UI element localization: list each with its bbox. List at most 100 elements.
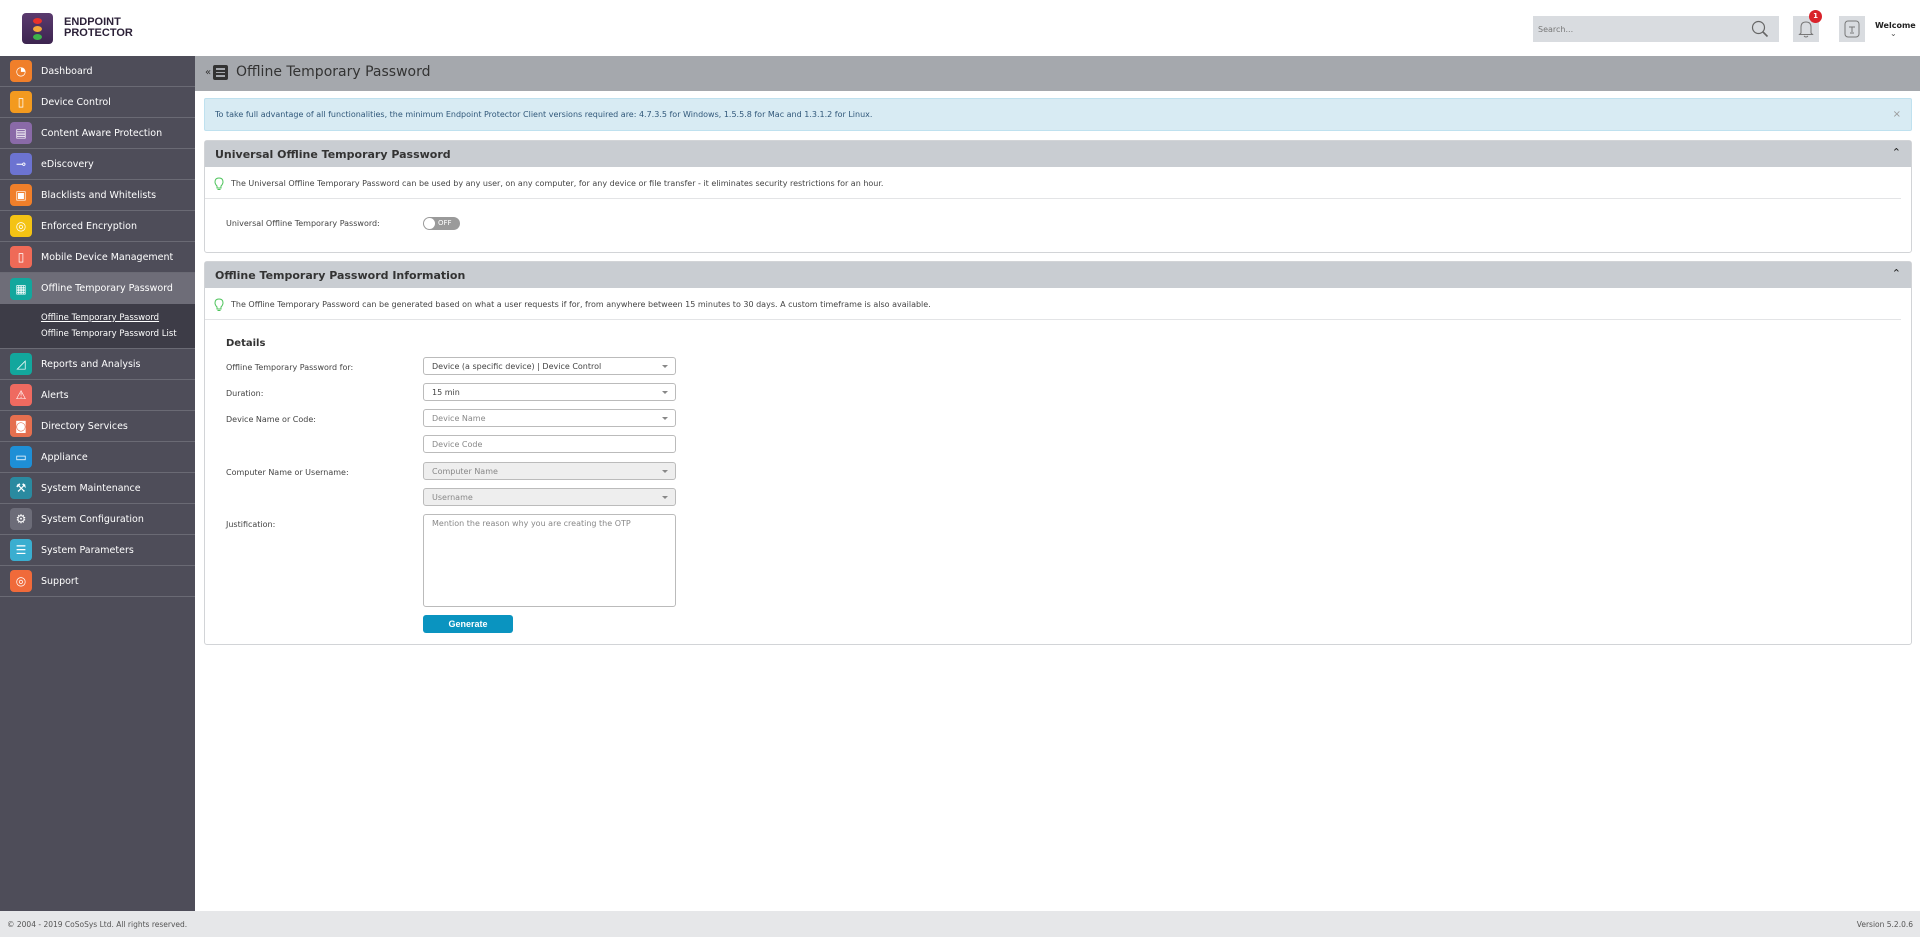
toggle-knob [424,218,435,229]
caret-down-icon [662,365,668,368]
username-select[interactable]: Username [423,488,676,506]
duration-select[interactable]: 15 min [423,383,676,401]
search-input[interactable] [1533,16,1733,42]
details-heading: Details [226,338,266,349]
duration-label: Duration: [226,389,264,398]
duration-value: 15 min [432,388,460,397]
sidebar-item-system-parameters[interactable]: ☰ System Parameters [0,535,195,566]
justification-label: Justification: [226,520,276,529]
otp-information-panel: Offline Temporary Password Information ⌃… [204,261,1912,645]
sidebar-item-label: Content Aware Protection [41,127,163,139]
otp-for-select[interactable]: Device (a specific device) | Device Cont… [423,357,676,375]
sidebar-item-content-aware-protection[interactable]: ▤ Content Aware Protection [0,118,195,149]
device-code-placeholder: Device Code [432,440,483,449]
computer-name-select[interactable]: Computer Name [423,462,676,480]
device-name-placeholder: Device Name [432,414,486,423]
sidebar-item-label: System Parameters [41,544,134,556]
universal-otp-toggle-label: Universal Offline Temporary Password: [226,219,380,228]
panel-title: Offline Temporary Password Information [215,269,466,282]
sidebar-item-label: eDiscovery [41,158,94,170]
sidebar-item-system-configuration[interactable]: ⚙ System Configuration [0,504,195,535]
sidebar-item-dashboard[interactable]: ◔ Dashboard [0,56,195,87]
sidebar-item-enforced-encryption[interactable]: ◎ Enforced Encryption [0,211,195,242]
hint-text-content: The Universal Offline Temporary Password… [231,179,884,188]
sidebar-item-label: Dashboard [41,65,93,77]
username-placeholder: Username [432,493,473,502]
sidebar-item-label: Offline Temporary Password [41,283,173,294]
traffic-light-logo-icon[interactable] [22,13,53,44]
lightbulb-icon [214,298,224,311]
brand-line-2: PROTECTOR [64,27,133,39]
footer: © 2004 - 2019 CoSoSys Ltd. All rights re… [0,911,1920,937]
panel-title: Universal Offline Temporary Password [215,148,451,161]
device-name-select[interactable]: Device Name [423,409,676,427]
sidebar-item-label: Device Control [41,96,111,108]
sidebar-item-label: Reports and Analysis [41,358,141,370]
otp-for-value: Device (a specific device) | Device Cont… [432,362,602,371]
shield-keypad-icon: ▦ [10,277,32,300]
list-document-icon [213,65,228,80]
sidebar-item-label: Directory Services [41,420,128,432]
chevron-up-icon[interactable]: ⌃ [1892,146,1901,159]
sidebar-item-label: Mobile Device Management [41,251,174,263]
sidebar-item-blacklists-and-whitelists[interactable]: ▣ Blacklists and Whitelists [0,180,195,211]
universal-otp-toggle[interactable]: OFF [423,217,460,230]
warning-icon: ⚠ [10,384,32,406]
sidebar-item-support[interactable]: ◎ Support [0,566,195,597]
sidebar-item-label: Alerts [41,389,69,401]
sidebar-item-reports-and-analysis[interactable]: ◿ Reports and Analysis [0,349,195,380]
copyright-text: © 2004 - 2019 CoSoSys Ltd. All rights re… [7,920,188,929]
briefcase-icon: ◙ [10,415,32,437]
computer-name-or-username-label: Computer Name or Username: [226,468,349,477]
submenu-item-offline-temporary-password-list[interactable]: Offline Temporary Password List [41,326,195,342]
version-info-alert: To take full advantage of all functional… [204,98,1912,131]
otp-information-panel-header[interactable]: Offline Temporary Password Information ⌃ [205,262,1911,288]
justification-textarea[interactable] [423,514,676,607]
sidebar-item-alerts[interactable]: ⚠ Alerts [0,380,195,411]
search-icon[interactable] [1751,20,1769,38]
encryption-icon: ◎ [10,215,32,237]
sidebar-item-directory-services[interactable]: ◙ Directory Services [0,411,195,442]
page-title: Offline Temporary Password [236,64,431,80]
usb-icon: ▯ [10,91,32,113]
telescope-icon: ⊸ [10,153,32,175]
chart-icon: ◿ [10,353,32,375]
sidebar-item-appliance[interactable]: ▭ Appliance [0,442,195,473]
notification-count-badge: 1 [1809,10,1822,23]
sidebar-item-ediscovery[interactable]: ⊸ eDiscovery [0,149,195,180]
search-box [1533,16,1779,42]
sidebar-item-label: Support [41,575,79,587]
submenu-item-offline-temporary-password[interactable]: Offline Temporary Password [41,310,195,326]
chevron-up-icon[interactable]: ⌃ [1892,267,1901,280]
caret-down-icon [662,470,668,473]
sidebar: ◔ Dashboard ▯ Device Control ▤ Content Aware … [0,56,195,911]
hint-text-content: The Offline Temporary Password can be ge… [231,300,931,309]
sidebar-item-label: System Configuration [41,513,144,525]
universal-otp-panel-header[interactable]: Universal Offline Temporary Password ⌃ [205,141,1911,167]
caret-down-icon [662,391,668,394]
top-header: ENDPOINT PROTECTOR 1 Welcome ⌄ [0,0,1920,56]
list-window-icon: ▣ [10,184,32,206]
caret-down-icon [662,417,668,420]
chevron-down-icon[interactable]: ⌄ [1890,29,1897,38]
mobile-devices-icon: ▯ [10,246,32,268]
version-text: Version 5.2.0.6 [1856,920,1913,929]
generate-button[interactable]: Generate [423,615,513,633]
sidebar-item-label: Appliance [41,451,88,463]
device-code-input[interactable]: Device Code [423,435,676,453]
sidebar-item-device-control[interactable]: ▯ Device Control [0,87,195,118]
sidebar-item-label: Enforced Encryption [41,220,137,232]
sidebar-item-offline-temporary-password[interactable]: ▦ Offline Temporary Password [0,273,195,304]
sidebar-item-system-maintenance[interactable]: ⚒ System Maintenance [0,473,195,504]
sidebar-item-label: Blacklists and Whitelists [41,189,157,201]
close-icon[interactable]: × [1893,109,1901,120]
caret-down-icon [662,496,668,499]
sidebar-item-mobile-device-management[interactable]: ▯ Mobile Device Management [0,242,195,273]
collapse-sidebar-button[interactable]: « [205,67,211,78]
otp-for-label: Offline Temporary Password for: [226,363,354,372]
user-avatar[interactable] [1839,16,1865,42]
brand-name: ENDPOINT PROTECTOR [64,17,133,39]
hint-text: The Offline Temporary Password can be ge… [205,288,1901,320]
computer-name-placeholder: Computer Name [432,467,498,476]
sidebar-submenu: Offline Temporary Password Offline Tempor… [0,304,195,349]
